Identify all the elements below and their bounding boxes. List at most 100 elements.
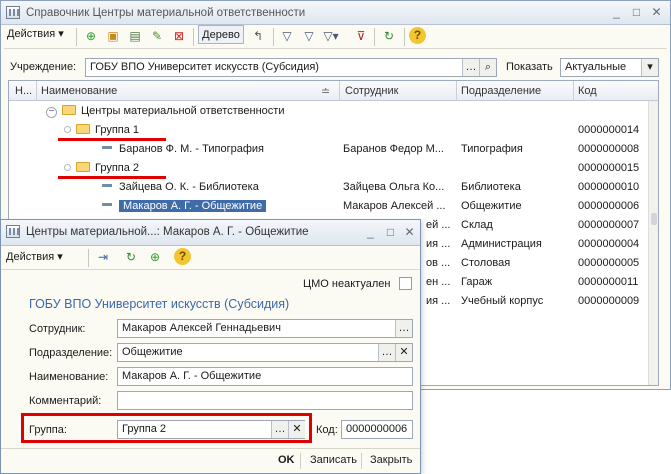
department-cell: Администрация bbox=[461, 238, 542, 250]
employee-field[interactable]: Макаров Алексей Геннадьевич bbox=[117, 319, 413, 338]
separator bbox=[300, 453, 301, 469]
dialog-actions-menu-button[interactable]: Действия ▾ bbox=[6, 248, 71, 267]
separator bbox=[76, 28, 77, 46]
tree-root-cell: − Центры материальной ответственности bbox=[46, 105, 284, 118]
department-label: Подразделение: bbox=[29, 347, 113, 359]
employee-cell: ей ... bbox=[426, 219, 451, 231]
employee-cell: ов ... bbox=[426, 257, 451, 269]
department-cell: Склад bbox=[461, 219, 493, 231]
edit-icon[interactable]: ✎ bbox=[148, 27, 166, 45]
element-icon bbox=[102, 184, 112, 187]
divider bbox=[456, 81, 457, 101]
expand-icon[interactable] bbox=[64, 164, 71, 171]
red-underline-group-2 bbox=[58, 176, 166, 179]
filter-icon[interactable]: ▽ bbox=[278, 27, 296, 45]
window-list-icon bbox=[6, 6, 20, 19]
search-icon[interactable]: ⌕ bbox=[479, 59, 496, 76]
help-icon[interactable]: ? bbox=[174, 248, 191, 265]
code-cell: 0000000014 bbox=[578, 124, 640, 136]
column-header-n[interactable]: Н... bbox=[15, 85, 32, 97]
close-icon[interactable]: ✕ bbox=[649, 5, 664, 20]
department-cell: Типография bbox=[461, 143, 523, 155]
code-field[interactable]: 0000000006 bbox=[341, 420, 413, 439]
name-field[interactable]: Макаров А. Г. - Общежитие bbox=[117, 367, 413, 386]
refresh-icon[interactable]: ↻ bbox=[122, 248, 140, 266]
department-select-button[interactable]: … bbox=[378, 344, 395, 361]
grid-header: Н... Наименование ≐ Сотрудник Подразделе… bbox=[9, 81, 658, 101]
name-label: Наименование: bbox=[29, 371, 109, 383]
filter-history-icon[interactable]: ▽▾ bbox=[322, 27, 340, 45]
name-cell: Баранов Ф. М. - Типография bbox=[102, 143, 264, 155]
employee-cell: ия ... bbox=[426, 295, 451, 307]
comment-label: Комментарий: bbox=[29, 395, 102, 407]
column-header-name[interactable]: Наименование bbox=[41, 85, 117, 97]
column-header-department[interactable]: Подразделение bbox=[461, 85, 541, 97]
maximize-icon[interactable]: □ bbox=[629, 5, 644, 20]
refresh-icon[interactable]: ↻ bbox=[380, 27, 398, 45]
table-row-selected[interactable]: Макаров А. Г. - Общежитие Макаров Алексе… bbox=[9, 198, 649, 217]
element-dialog: Центры материальной...: Макаров А. Г. - … bbox=[0, 219, 421, 474]
window-list-icon bbox=[6, 225, 20, 238]
level-up-icon[interactable]: ↰ bbox=[249, 27, 267, 45]
code-cell: 0000000008 bbox=[578, 143, 640, 155]
add-group-icon[interactable]: ▣ bbox=[104, 27, 122, 45]
group-cell: Группа 1 bbox=[64, 124, 139, 136]
employee-cell: Баранов Федор М... bbox=[343, 143, 444, 155]
department-cell: Гараж bbox=[461, 276, 493, 288]
code-cell: 0000000015 bbox=[578, 162, 640, 174]
filter-by-value-icon[interactable]: ▽ bbox=[300, 27, 318, 45]
table-row[interactable]: Баранов Ф. М. - Типография Баранов Федор… bbox=[9, 141, 649, 160]
cmo-inactive-label: ЦМО неактуален bbox=[303, 278, 391, 290]
delete-icon[interactable]: ⊠ bbox=[170, 27, 188, 45]
department-field[interactable]: Общежитие bbox=[117, 343, 413, 362]
vertical-scrollbar[interactable] bbox=[648, 101, 658, 385]
actions-menu-button[interactable]: Действия ▾ bbox=[7, 25, 74, 44]
maximize-icon[interactable]: □ bbox=[383, 225, 398, 240]
clear-icon[interactable]: ✕ bbox=[395, 344, 412, 361]
close-button[interactable]: Закрыть bbox=[370, 454, 412, 466]
table-row[interactable]: − Центры материальной ответственности bbox=[9, 103, 649, 122]
group-select-button[interactable]: … bbox=[271, 421, 288, 438]
column-header-employee[interactable]: Сотрудник bbox=[345, 85, 398, 97]
scrollbar-thumb[interactable] bbox=[651, 213, 657, 225]
folder-icon bbox=[76, 124, 90, 134]
separator bbox=[193, 28, 194, 46]
folder-icon bbox=[62, 105, 76, 115]
add-icon[interactable]: ⊕ bbox=[82, 27, 100, 45]
red-underline-group-1 bbox=[58, 138, 166, 141]
element-icon bbox=[102, 203, 112, 206]
close-icon[interactable]: ✕ bbox=[402, 225, 417, 240]
minimize-icon[interactable]: _ bbox=[363, 225, 378, 240]
expand-icon[interactable] bbox=[64, 126, 71, 133]
collapse-icon[interactable]: − bbox=[46, 107, 57, 118]
copy-new-icon[interactable]: ⊕ bbox=[146, 248, 164, 266]
clear-filter-icon[interactable]: ⊽ bbox=[352, 27, 370, 45]
code-cell: 0000000007 bbox=[578, 219, 640, 231]
institution-field[interactable]: ГОБУ ВПО Университет искусств (Субсидия) bbox=[85, 58, 497, 77]
tree-toggle-button[interactable]: Дерево bbox=[198, 25, 244, 44]
cmo-inactive-checkbox[interactable] bbox=[399, 277, 412, 290]
ok-button[interactable]: OK bbox=[278, 454, 295, 466]
divider bbox=[339, 81, 340, 101]
institution-select-button[interactable]: … bbox=[462, 59, 479, 76]
minimize-icon[interactable]: _ bbox=[609, 5, 624, 20]
separator bbox=[374, 28, 375, 46]
employee-cell: Зайцева Ольга Ко... bbox=[343, 181, 445, 193]
help-icon[interactable]: ? bbox=[409, 27, 426, 44]
employee-select-button[interactable]: … bbox=[395, 320, 412, 337]
code-label: Код: bbox=[316, 424, 338, 436]
copy-icon[interactable]: ▤ bbox=[126, 27, 144, 45]
comment-field[interactable] bbox=[117, 391, 413, 410]
clear-icon[interactable]: ✕ bbox=[288, 421, 305, 438]
dialog-title: Центры материальной...: Макаров А. Г. - … bbox=[26, 226, 309, 238]
save-and-close-icon[interactable]: ⇥ bbox=[94, 248, 112, 266]
folder-icon bbox=[76, 162, 90, 172]
save-button[interactable]: Записать bbox=[310, 454, 357, 466]
department-cell: Столовая bbox=[461, 257, 511, 269]
name-cell: Зайцева О. К. - Библиотека bbox=[102, 181, 259, 193]
institution-heading: ГОБУ ВПО Университет искусств (Субсидия) bbox=[29, 297, 290, 311]
column-header-code[interactable]: Код bbox=[578, 85, 597, 97]
chevron-down-icon[interactable]: ▾ bbox=[641, 59, 658, 76]
table-row[interactable]: Зайцева О. К. - Библиотека Зайцева Ольга… bbox=[9, 179, 649, 198]
separator bbox=[404, 28, 405, 46]
